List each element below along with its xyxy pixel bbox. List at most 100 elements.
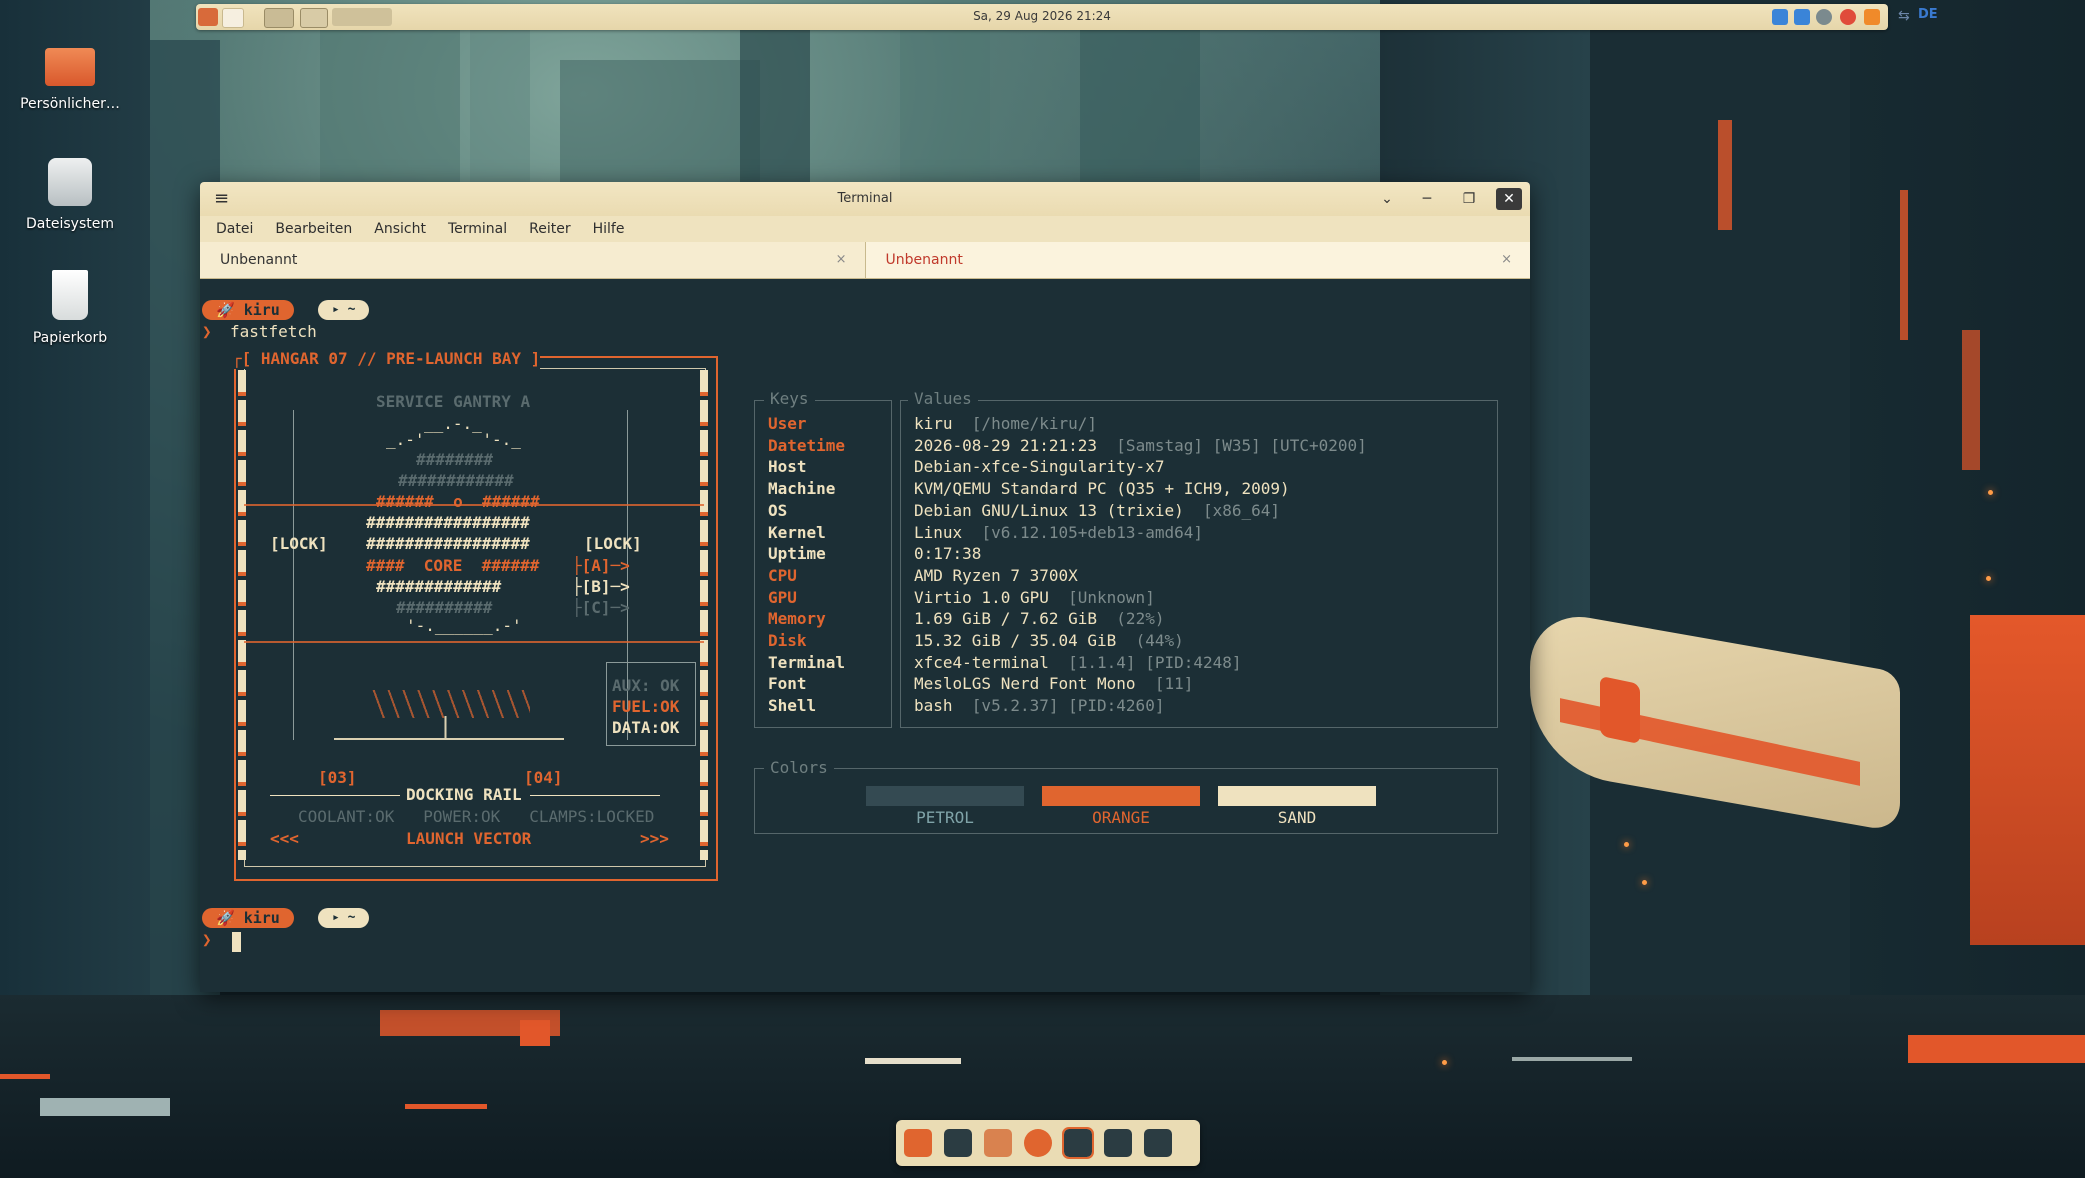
- ascii-line: #############: [376, 577, 502, 596]
- ascii-right-rail: [700, 370, 708, 860]
- tab-close-icon[interactable]: ×: [1501, 242, 1512, 278]
- info-value-line: AMD Ryzen 7 3700X: [914, 566, 1078, 586]
- maximize-button[interactable]: ❐: [1456, 188, 1482, 210]
- info-extra: [x86_64]: [1202, 500, 1281, 520]
- info-value-line: 0:17:38: [914, 544, 981, 564]
- desktop-icon-label: Papierkorb: [32, 330, 108, 346]
- info-value-line: Linux [v6.12.105+deb13-amd64]: [914, 523, 1203, 543]
- ascii-line: ############: [398, 471, 514, 490]
- info-value: KVM/QEMU Standard PC (Q35 + ICH9, 2009): [914, 479, 1290, 499]
- info-value-line: xfce4-terminal [1.1.4] [PID:4248]: [914, 653, 1242, 673]
- settings-tray-icon[interactable]: [1816, 9, 1832, 25]
- rail-line-left: [270, 795, 400, 796]
- terminal-window: ≡ Terminal ⌄ ─ ❐ ✕ Datei Bearbeiten Ansi…: [200, 182, 1530, 992]
- home-launcher-icon[interactable]: [904, 1129, 932, 1157]
- close-icon: ✕: [1503, 191, 1515, 207]
- logout-tray-icon[interactable]: [1864, 9, 1880, 25]
- info-key: Machine: [768, 479, 836, 499]
- info-value-line: bash [v5.2.37] [PID:4260]: [914, 696, 1164, 716]
- active-terminal-icon[interactable]: [1062, 1127, 1094, 1159]
- info-value-line: 2026-08-29 21:21:23 [Samstag] [W35] [UTC…: [914, 436, 1367, 456]
- info-value-line: MesloLGS Nerd Font Mono [11]: [914, 674, 1193, 694]
- lock-left: [LOCK]: [270, 534, 328, 553]
- menu-item-datei[interactable]: Datei: [216, 216, 253, 242]
- info-value: 15.32 GiB / 35.04 GiB: [914, 631, 1117, 650]
- orange-hrule-2: [244, 641, 704, 643]
- ascii-line: ##########: [396, 598, 493, 617]
- window-titlebar[interactable]: ≡ Terminal ⌄ ─ ❐ ✕: [200, 182, 1530, 216]
- tab-label: Unbenannt: [885, 252, 963, 268]
- menu-item-ansicht[interactable]: Ansicht: [374, 216, 426, 242]
- menu-bar: Datei Bearbeiten Ansicht Terminal Reiter…: [200, 216, 1530, 242]
- close-button[interactable]: ✕: [1496, 188, 1522, 210]
- home-folder-icon: [45, 48, 95, 86]
- tab-1[interactable]: Unbenannt ×: [200, 242, 866, 278]
- info-extra: (22%): [1116, 609, 1165, 629]
- info-value-line: Debian-xfce-Singularity-x7: [914, 457, 1164, 477]
- menu-item-hilfe[interactable]: Hilfe: [593, 216, 625, 242]
- user-tray-icon[interactable]: [1794, 9, 1810, 25]
- minimize-button[interactable]: ─: [1414, 188, 1440, 210]
- info-extra: [1.1.4] [PID:4248]: [1068, 652, 1242, 672]
- search-icon[interactable]: [1104, 1129, 1132, 1157]
- info-value-line: 1.69 GiB / 7.62 GiB (22%): [914, 609, 1164, 629]
- network-tray-icon[interactable]: [1772, 9, 1788, 25]
- menu-item-bearbeiten[interactable]: Bearbeiten: [275, 216, 352, 242]
- trash-icon: [52, 270, 88, 320]
- info-value-line: 15.32 GiB / 35.04 GiB (44%): [914, 631, 1184, 651]
- docking-rail-label: DOCKING RAIL: [406, 785, 522, 804]
- info-extra: [11]: [1154, 674, 1194, 694]
- command-text: fastfetch: [230, 322, 317, 341]
- power-tray-icon[interactable]: [1840, 9, 1856, 25]
- chevron-down-icon: ⌄: [1381, 191, 1393, 207]
- info-value: MesloLGS Nerd Font Mono: [914, 674, 1136, 694]
- desktop-icon-home[interactable]: Persönlicher…: [0, 48, 140, 112]
- bay-03: [03]: [318, 768, 357, 787]
- ascii-line: ###### o ######: [376, 492, 540, 511]
- window-menu-button[interactable]: ⌄: [1374, 188, 1400, 210]
- panel-clock[interactable]: Sa, 29 Aug 2026 21:24: [196, 9, 1888, 23]
- minimize-icon: ─: [1422, 191, 1432, 207]
- desktop-icon-trash[interactable]: Papierkorb: [0, 270, 140, 346]
- ascii-line: #################: [366, 513, 530, 532]
- swatch-sand: [1218, 786, 1376, 806]
- route-b: ├[B]─>: [572, 577, 630, 596]
- info-key: Disk: [768, 631, 807, 650]
- desktop-icon-label: Persönlicher…: [20, 96, 120, 112]
- launch-arrows-left: <<<: [270, 829, 299, 848]
- colors-title: Colors: [764, 759, 834, 777]
- route-a: ├[A]─>: [572, 556, 630, 575]
- tab-close-icon[interactable]: ×: [836, 242, 847, 278]
- desktop-icon-label: Dateisystem: [26, 216, 114, 232]
- launch-arrows-right: >>>: [640, 829, 669, 848]
- terminal-output[interactable]: 🚀 kiru ▸ ~ ❯ fastfetch ┌[ HANGAR 07 // P…: [200, 278, 1530, 992]
- launch-struts: [370, 690, 530, 718]
- drive-icon: [48, 158, 92, 206]
- keyboard-switch-icon[interactable]: ⇆: [1898, 8, 1910, 24]
- swatch-label: SAND: [1277, 808, 1317, 827]
- file-manager-icon[interactable]: [984, 1129, 1012, 1157]
- tab-label: Unbenannt: [220, 252, 298, 268]
- desktop-icon-filesystem[interactable]: Dateisystem: [0, 158, 140, 232]
- prompt-user-pill: 🚀 kiru: [202, 908, 294, 928]
- firefox-icon[interactable]: [1024, 1129, 1052, 1157]
- menu-item-reiter[interactable]: Reiter: [529, 216, 570, 242]
- ascii-line: _.-' '-._: [386, 430, 521, 449]
- ascii-left-rail: [238, 370, 246, 860]
- info-key: Host: [768, 457, 807, 477]
- info-key: Uptime: [768, 544, 826, 564]
- menu-item-terminal[interactable]: Terminal: [448, 216, 507, 242]
- route-c: ├[C]─>: [572, 598, 630, 617]
- info-extra: (44%): [1135, 631, 1184, 650]
- info-extra: [v6.12.105+deb13-amd64]: [981, 522, 1203, 542]
- info-value-line: KVM/QEMU Standard PC (Q35 + ICH9, 2009): [914, 479, 1290, 499]
- status-aux: AUX: OK: [612, 676, 680, 695]
- keyboard-layout[interactable]: DE: [1918, 7, 1938, 22]
- info-value: Virtio 1.0 GPU: [914, 587, 1049, 607]
- show-desktop-icon[interactable]: [1144, 1129, 1172, 1157]
- status-fuel: FUEL:OK: [612, 697, 680, 716]
- tab-2[interactable]: Unbenannt ×: [865, 242, 1530, 278]
- swatch-label: ORANGE: [1092, 808, 1150, 827]
- terminal-launcher-icon[interactable]: [944, 1129, 972, 1157]
- prompt-arrow: ❯: [202, 930, 212, 949]
